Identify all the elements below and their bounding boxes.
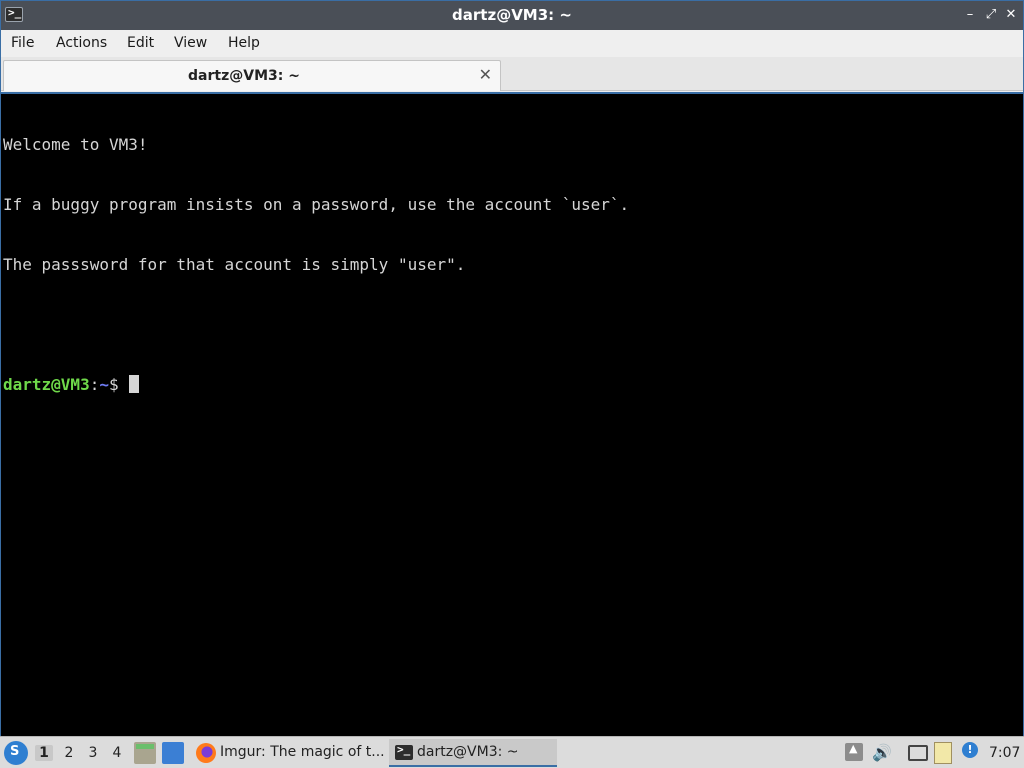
prompt-user-host: dartz@VM3 — [3, 375, 90, 394]
menu-actions[interactable]: Actions — [56, 35, 107, 51]
terminal-output[interactable]: Welcome to VM3! If a buggy program insis… — [1, 92, 1023, 736]
minimize-button[interactable]: – — [961, 6, 979, 24]
menu-bar: File Actions Edit View Help — [1, 30, 1023, 57]
start-menu-button[interactable]: S — [4, 741, 28, 765]
text-cursor — [128, 375, 139, 393]
tab-close-icon[interactable]: ✕ — [479, 65, 492, 84]
terminal-line: Welcome to VM3! — [3, 135, 148, 154]
show-desktop-icon[interactable] — [162, 742, 184, 764]
title-bar[interactable]: >_ dartz@VM3: ~ – ⤢ ✕ — [1, 1, 1023, 30]
tray-expand-glyph: ▲ — [849, 742, 858, 755]
prompt-colon: : — [89, 375, 100, 394]
menu-edit[interactable]: Edit — [127, 35, 154, 51]
taskbar: S 1 2 3 4 Imgur: The magic of t... >_ da… — [0, 736, 1024, 768]
prompt-dollar: $ — [108, 375, 119, 394]
task-firefox[interactable]: Imgur: The magic of t... — [192, 739, 385, 767]
menu-view[interactable]: View — [174, 35, 207, 51]
terminal-prompt-line[interactable]: dartz@VM3:~$ — [3, 375, 1021, 395]
close-button[interactable]: ✕ — [1002, 6, 1020, 24]
clipboard-icon[interactable] — [934, 742, 952, 764]
workspace-2[interactable]: 2 — [60, 745, 78, 761]
volume-icon[interactable]: 🔊 — [872, 743, 892, 762]
maximize-button[interactable]: ⤢ — [982, 6, 1000, 24]
tab-bar: dartz@VM3: ~ ✕ — [1, 57, 1023, 91]
file-manager-icon[interactable] — [134, 742, 156, 764]
window-title: dartz@VM3: ~ — [452, 6, 572, 24]
network-icon[interactable] — [908, 745, 928, 761]
start-menu-icon: S — [10, 744, 20, 759]
menu-file[interactable]: File — [11, 35, 34, 51]
notification-icon[interactable]: ! — [962, 742, 978, 758]
terminal-line: If a buggy program insists on a password… — [3, 195, 630, 214]
task-label: Imgur: The magic of t... — [220, 744, 385, 760]
workspace-3[interactable]: 3 — [84, 745, 102, 761]
tab-label: dartz@VM3: ~ — [188, 68, 300, 84]
terminal-icon: >_ — [395, 743, 413, 760]
firefox-icon — [196, 743, 216, 763]
workspace-1[interactable]: 1 — [35, 745, 53, 761]
tab-terminal[interactable]: dartz@VM3: ~ ✕ — [3, 60, 501, 91]
terminal-line: The passsword for that account is simply… — [3, 255, 466, 274]
task-terminal[interactable]: >_ dartz@VM3: ~ — [389, 739, 557, 767]
clock[interactable]: 7:07 — [989, 745, 1020, 761]
tray-expand-icon[interactable]: ▲ — [845, 742, 863, 761]
terminal-icon-glyph: >_ — [397, 743, 411, 756]
terminal-window: >_ dartz@VM3: ~ – ⤢ ✕ File Actions Edit … — [0, 0, 1024, 736]
task-label: dartz@VM3: ~ — [417, 744, 519, 760]
workspace-4[interactable]: 4 — [108, 745, 126, 761]
menu-help[interactable]: Help — [228, 35, 260, 51]
prompt-path: ~ — [99, 375, 109, 394]
